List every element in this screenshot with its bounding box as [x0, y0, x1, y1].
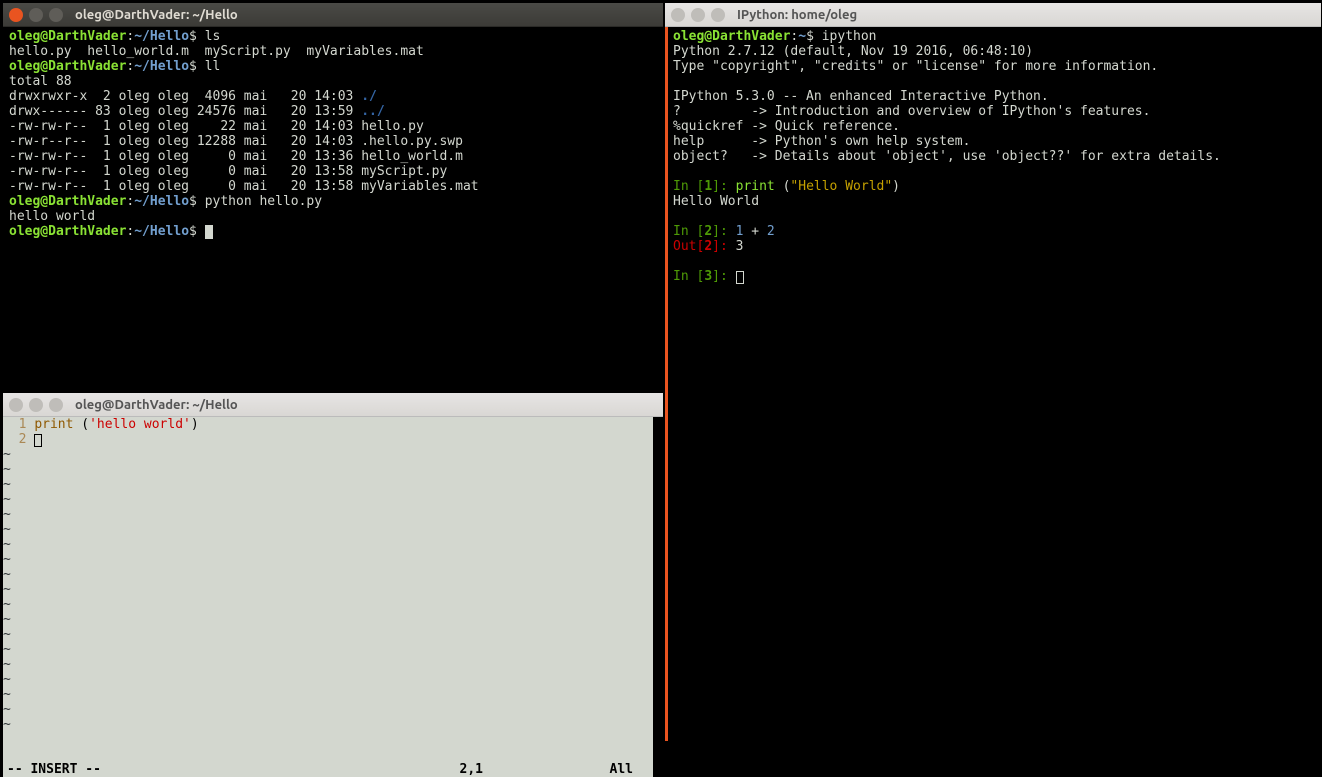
vim-scroll-pos: All: [610, 762, 633, 777]
cursor-icon: [205, 225, 213, 239]
window-title: oleg@DarthVader: ~/Hello: [75, 3, 238, 27]
titlebar-top[interactable]: oleg@DarthVader: ~/Hello: [3, 3, 663, 27]
minimize-icon[interactable]: [29, 8, 43, 22]
minimize-icon[interactable]: [691, 8, 705, 22]
vim-mode: -- INSERT --: [7, 762, 101, 777]
window-controls: [9, 8, 63, 22]
titlebar-right[interactable]: IPython: home/oleg: [665, 3, 1321, 27]
window-title: IPython: home/oleg: [737, 3, 857, 27]
terminal-body-right[interactable]: oleg@DarthVader:~$ ipython Python 2.7.12…: [665, 27, 1321, 741]
window-title: oleg@DarthVader: ~/Hello: [75, 393, 238, 417]
close-icon[interactable]: [671, 8, 685, 22]
close-icon[interactable]: [9, 398, 23, 412]
vim-right-border: [653, 417, 663, 777]
maximize-icon[interactable]: [49, 8, 63, 22]
maximize-icon[interactable]: [49, 398, 63, 412]
window-controls: [9, 398, 63, 412]
minimize-icon[interactable]: [29, 398, 43, 412]
cursor-icon: [736, 271, 744, 284]
window-controls: [671, 8, 725, 22]
cursor-icon: [34, 434, 42, 447]
vim-status-line: -- INSERT -- 2,1 All: [3, 762, 653, 777]
close-icon[interactable]: [9, 8, 23, 22]
vim-body[interactable]: 1 print ('hello world') 2 ~ ~ ~ ~ ~ ~ ~ …: [3, 417, 663, 777]
maximize-icon[interactable]: [711, 8, 725, 22]
vim-cursor-pos: 2,1: [460, 762, 483, 777]
titlebar-vim[interactable]: oleg@DarthVader: ~/Hello: [3, 393, 663, 417]
vim-window[interactable]: oleg@DarthVader: ~/Hello 1 print ('hello…: [3, 393, 663, 741]
terminal-window-top[interactable]: oleg@DarthVader: ~/Hello oleg@DarthVader…: [3, 3, 663, 391]
terminal-body-top[interactable]: oleg@DarthVader:~/Hello$ ls hello.py hel…: [3, 27, 663, 391]
accent-bar: [665, 27, 668, 741]
terminal-window-right[interactable]: IPython: home/oleg oleg@DarthVader:~$ ip…: [665, 3, 1321, 741]
